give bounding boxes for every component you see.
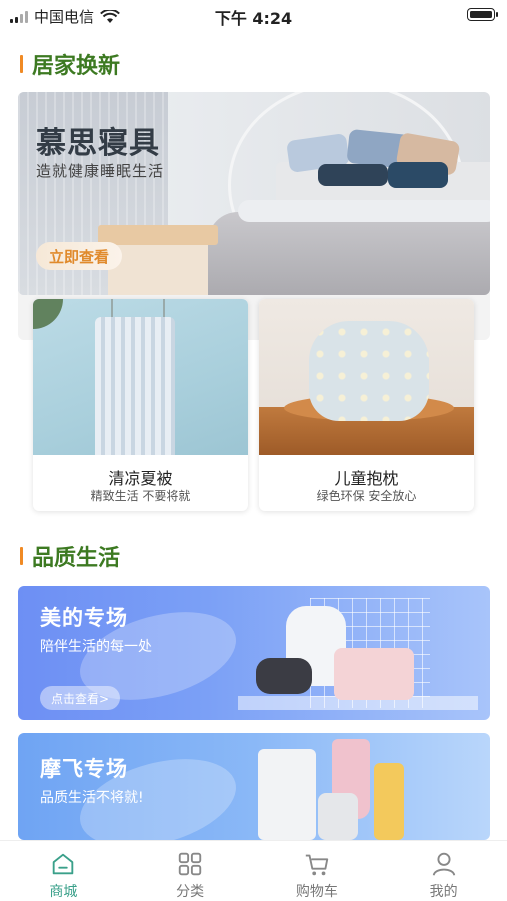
section-title-text: 品质生活 — [32, 546, 121, 571]
product-name: 清凉夏被 — [108, 469, 173, 488]
product-image-quilt — [33, 299, 248, 455]
hero-subtitle: 造就健康睡眠生活 — [36, 162, 165, 180]
blanket-image — [95, 317, 175, 455]
section-title-text: 居家换新 — [32, 54, 121, 79]
battery-icon — [467, 8, 498, 21]
appliance-image — [334, 648, 414, 700]
kids-pillow-image — [309, 321, 429, 421]
brand-subtitle: 品质生活不将就! — [40, 790, 144, 806]
view-now-button[interactable]: 立即查看 — [36, 242, 122, 270]
product-image-pillow — [259, 299, 474, 455]
appliance-image — [258, 749, 316, 840]
hero-banner[interactable]: 慕思寝具 造就健康睡眠生活 立即查看 — [18, 92, 490, 295]
product-desc: 绿色环保 安全放心 — [316, 489, 417, 503]
tab-mine[interactable]: 我的 — [380, 841, 507, 901]
tab-label: 购物车 — [295, 884, 338, 900]
appliance-image — [256, 658, 312, 694]
pillow — [318, 164, 388, 186]
brand-title: 摩飞专场 — [40, 757, 128, 781]
pillow — [388, 162, 448, 188]
appliance-image — [374, 763, 404, 840]
appliance-image — [318, 793, 358, 840]
tab-home[interactable]: 商城 — [0, 841, 127, 901]
status-time: 下午 4:24 — [214, 9, 293, 28]
bed-image — [208, 200, 490, 295]
brand-title: 美的专场 — [40, 606, 128, 630]
hero-title: 慕思寝具 — [36, 126, 160, 161]
brand-banner-midea[interactable]: 美的专场 陪伴生活的每一处 点击查看> — [18, 586, 490, 720]
tab-label: 分类 — [176, 884, 205, 900]
tab-label: 商城 — [49, 884, 78, 900]
status-bar: 中国电信 下午 4:24 — [0, 0, 507, 30]
brand-subtitle: 陪伴生活的每一处 — [40, 639, 152, 655]
home-icon — [53, 853, 74, 875]
section-title-quality: 品质生活 — [20, 540, 120, 572]
user-icon — [432, 852, 455, 876]
tab-cart[interactable]: 购物车 — [254, 841, 381, 901]
grid-icon — [178, 852, 202, 876]
tab-category[interactable]: 分类 — [127, 841, 254, 901]
brand-banner-morphy[interactable]: 摩飞专场 品质生活不将就! — [18, 733, 490, 840]
click-view-button[interactable]: 点击查看> — [40, 686, 120, 710]
product-name: 儿童抱枕 — [334, 469, 399, 488]
cart-icon — [305, 854, 329, 876]
bottom-tab-bar: 商城 分类 购物车 我的 — [0, 840, 507, 901]
plant-decor — [33, 299, 63, 329]
title-accent-bar — [20, 547, 23, 565]
product-card-summer-quilt[interactable]: 清凉夏被 精致生活 不要将就 — [33, 299, 248, 511]
section-title-home: 居家换新 — [20, 48, 120, 80]
hanging-rod — [111, 299, 165, 319]
product-desc: 精致生活 不要将就 — [90, 489, 191, 503]
product-card-kids-pillow[interactable]: 儿童抱枕 绿色环保 安全放心 — [259, 299, 474, 511]
tab-label: 我的 — [429, 884, 458, 900]
bedside-table — [98, 225, 218, 295]
title-accent-bar — [20, 55, 23, 73]
